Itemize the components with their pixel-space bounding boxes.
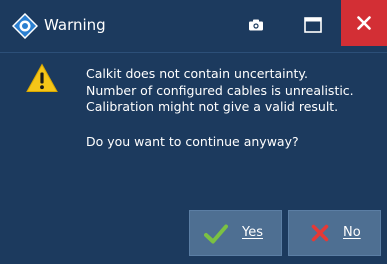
message-line: Number of configured cables is unrealist…: [86, 82, 354, 98]
no-button[interactable]: No: [288, 210, 381, 256]
message-text: Calkit does not contain uncertainty. Num…: [86, 66, 381, 150]
screenshot-button[interactable]: [245, 6, 267, 44]
warning-triangle-icon: [26, 63, 58, 92]
title-bar: Warning: [0, 0, 387, 52]
close-button[interactable]: [341, 0, 387, 46]
yes-button[interactable]: Yes: [189, 210, 282, 256]
yes-button-label: Yes: [242, 225, 263, 240]
confirmation-question: Do you want to continue anyway?: [86, 133, 299, 149]
message-line: Calkit does not contain uncertainty.: [86, 66, 309, 81]
rohde-schwarz-logo-icon: [12, 13, 38, 39]
camera-icon: [249, 19, 263, 31]
x-mark-icon: [311, 224, 329, 242]
warning-dialog: Warning Calkit does not contain uncertai…: [0, 0, 387, 264]
maximize-button[interactable]: [297, 6, 329, 44]
maximize-icon: [304, 17, 322, 33]
checkmark-icon: [204, 224, 228, 244]
title-separator: [0, 52, 387, 53]
message-line: Calibration might not give a valid resul…: [86, 99, 339, 114]
close-icon: [357, 16, 371, 30]
no-button-label: No: [343, 225, 361, 240]
window-title: Warning: [44, 16, 106, 34]
